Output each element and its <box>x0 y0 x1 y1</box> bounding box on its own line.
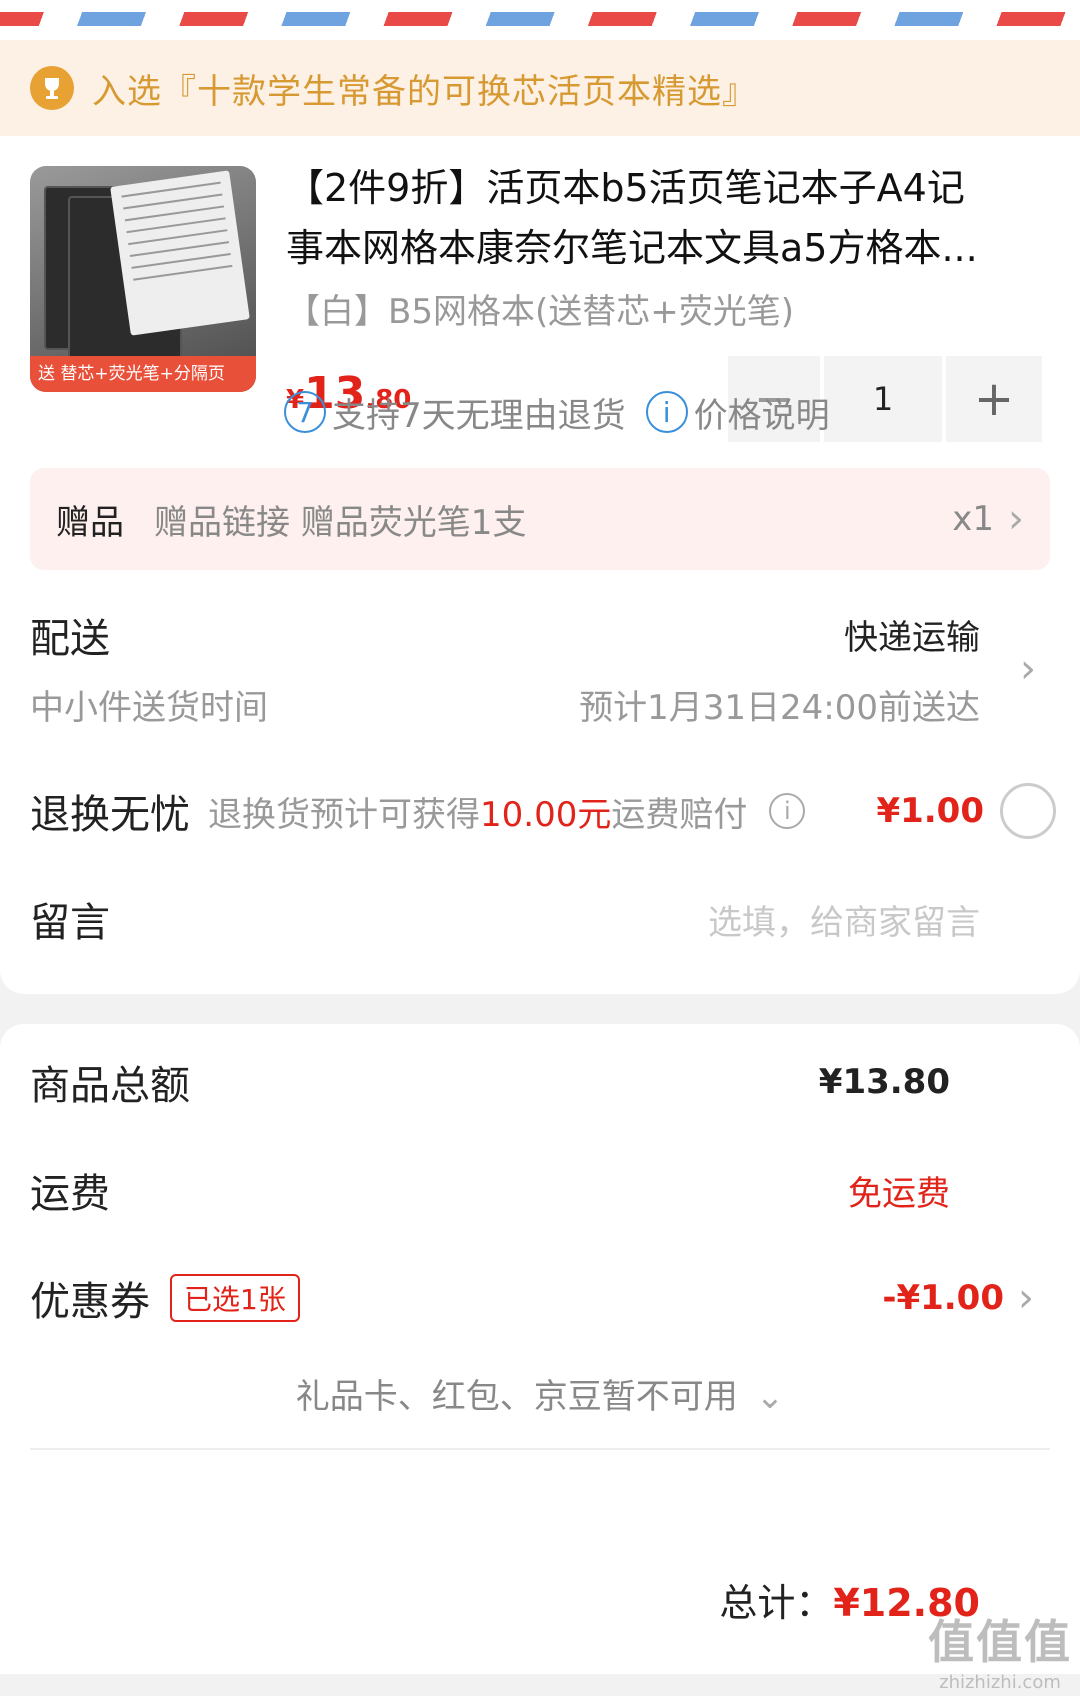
airmail-stripes <box>0 12 1080 26</box>
message-row: 留言 选填，给商家留言 <box>0 864 1080 974</box>
product-title-line1: 【2件9折】活页本b5活页笔记本子A4记 <box>286 166 965 210</box>
airmail-border <box>0 0 1080 40</box>
service-guarantees: 7 支持7天无理由退货 i 价格说明 <box>0 376 1080 448</box>
delivery-estimate: 预计1月31日24:00前送达 <box>579 688 980 728</box>
coupon-discount-value: -¥1.00 <box>882 1278 1004 1318</box>
price-explanation-link[interactable]: 价格说明 <box>694 388 830 437</box>
return-insurance-radio[interactable] <box>1000 783 1056 839</box>
return-insurance-title: 退换无忧 <box>30 792 190 838</box>
gift-tag: 赠品 <box>56 502 124 543</box>
return-policy-text[interactable]: 支持7天无理由退货 <box>332 388 626 437</box>
unavailable-methods-text: 礼品卡、红包、京豆暂不可用 <box>295 1377 738 1417</box>
banner-text: 入选『十款学生常备的可换芯活页本精选』 <box>92 71 757 112</box>
coupon-label: 优惠券 <box>30 1279 150 1325</box>
chevron-right-icon: › <box>1008 496 1024 542</box>
chevron-right-icon: › <box>1018 1275 1034 1321</box>
gift-description: 赠品链接 赠品荧光笔1支 <box>154 502 527 543</box>
gift-quantity: x1 <box>952 499 994 539</box>
seven-day-return-icon: 7 <box>284 391 326 433</box>
order-item-card: 送 替芯+荧光笔+分隔页 【2件9折】活页本b5活页笔记本子A4记 事本网格本康… <box>0 136 1080 994</box>
desc-suffix: 运费赔付 <box>611 794 748 835</box>
freight-label: 运费 <box>30 1171 110 1217</box>
divider <box>30 1448 1050 1450</box>
product-title-line2: 事本网格本康奈尔笔记本文具a5方格本... <box>286 226 978 270</box>
price-summary-card: 商品总额 ¥13.80 运费 免运费 优惠券 已选1张 -¥1.00 › 礼品卡… <box>0 1024 1080 1693</box>
info-icon: i <box>645 391 688 433</box>
desc-prefix: 退换货预计可获得 <box>208 794 480 835</box>
chevron-down-icon: ⌄ <box>755 1377 785 1417</box>
return-insurance-desc: 退换货预计可获得10.00元运费赔付 <box>208 787 747 836</box>
total-label: 总计： <box>719 1581 834 1625</box>
message-input[interactable]: 选填，给商家留言 <box>708 895 980 944</box>
return-insurance-price: ¥1.00 <box>876 791 984 831</box>
goods-total-row: 商品总额 ¥13.80 <box>0 1028 1080 1136</box>
product-image[interactable]: 送 替芯+荧光笔+分隔页 <box>30 166 256 392</box>
compensation-amount: 10.00元 <box>480 794 612 835</box>
message-title: 留言 <box>30 900 110 946</box>
chevron-right-icon: › <box>1020 646 1036 692</box>
delivery-time-label: 中小件送货时间 <box>30 688 268 728</box>
product-variant[interactable]: 【白】B5网格本(送替芯+荧光笔) <box>286 284 794 333</box>
watermark: 值值值 zhizhizhi.com <box>928 1606 1072 1693</box>
freight-row: 运费 免运费 <box>0 1136 1080 1244</box>
goods-total-label: 商品总额 <box>30 1063 190 1109</box>
shipping-row[interactable]: 配送 快递运输 中小件送货时间 预计1月31日24:00前送达 › <box>0 590 1080 758</box>
watermark-logo: 值值值 <box>928 1615 1072 1669</box>
shipping-title: 配送 <box>30 616 110 662</box>
freight-value: 免运费 <box>848 1173 950 1214</box>
return-insurance-row: 退换无忧 退换货预计可获得10.00元运费赔付 i ¥1.00 <box>0 758 1080 864</box>
notebook-page <box>110 170 250 336</box>
coupon-selected-badge: 已选1张 <box>170 1274 300 1322</box>
coupon-row[interactable]: 优惠券 已选1张 -¥1.00 › <box>0 1244 1080 1352</box>
ranking-banner[interactable]: 入选『十款学生常备的可换芯活页本精选』 <box>0 40 1080 136</box>
trophy-icon <box>30 66 74 110</box>
goods-total-value: ¥13.80 <box>818 1062 950 1102</box>
watermark-domain: zhizhizhi.com <box>939 1672 1061 1693</box>
info-icon[interactable]: i <box>769 793 806 829</box>
unavailable-methods-toggle[interactable]: 礼品卡、红包、京豆暂不可用 ⌄ <box>0 1352 1080 1442</box>
product-title[interactable]: 【2件9折】活页本b5活页笔记本子A4记 事本网格本康奈尔笔记本文具a5方格本.… <box>286 158 1046 278</box>
shipping-method: 快递运输 <box>844 618 980 658</box>
